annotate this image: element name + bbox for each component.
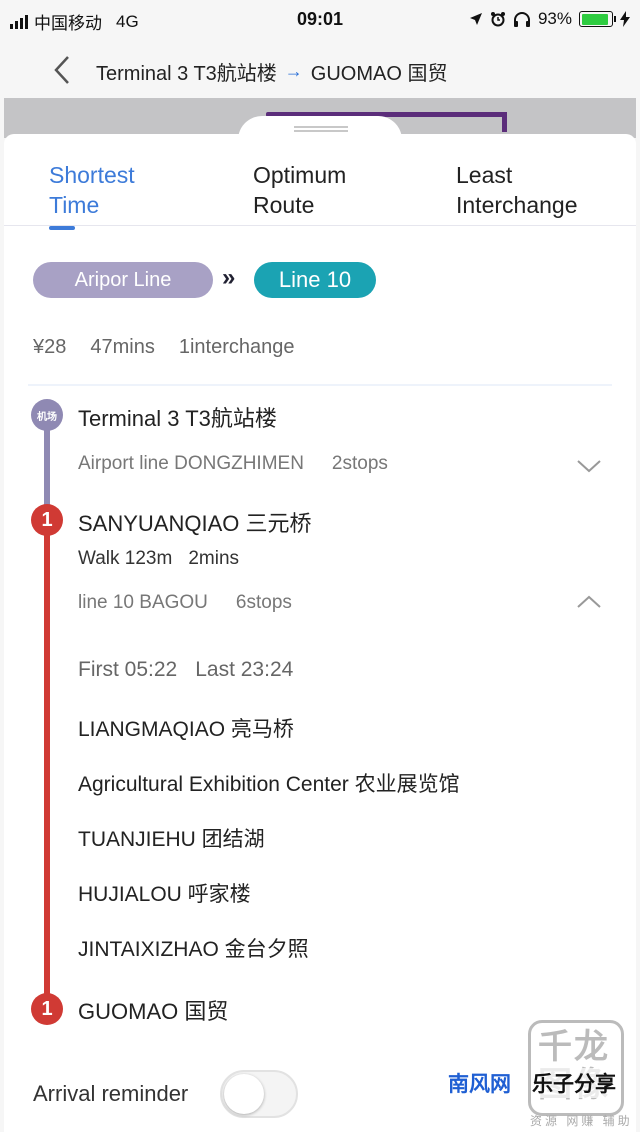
alarm-icon xyxy=(490,12,505,27)
toggle-knob xyxy=(224,1074,264,1114)
airport-segment-row[interactable]: Airport line DONGZHIMEN 2stops xyxy=(78,453,388,475)
tab-least-interchange[interactable]: Least Interchange xyxy=(456,160,577,220)
intermediate-stop: TUANJIEHU 团结湖 xyxy=(78,828,265,851)
line1-badge-icon: 1 xyxy=(31,993,63,1025)
segment-stops: 6stops xyxy=(235,592,292,613)
destination-station: GUOMAO 国贸 xyxy=(310,63,448,85)
back-button[interactable] xyxy=(44,52,80,88)
intermediate-stop: JINTAIXIZHAO 金台夕照 xyxy=(78,938,309,961)
watermark-site-name-2: 乐子分享 xyxy=(532,1068,616,1098)
tab-optimum-route[interactable]: Optimum Route xyxy=(253,160,346,220)
walk-info: Walk 123m 2mins xyxy=(78,548,239,570)
chevron-up-icon[interactable] xyxy=(574,592,604,612)
map-route-line xyxy=(502,112,507,132)
charging-icon xyxy=(620,11,630,27)
watermark: 千龙图像 南风网 乐子分享 资源 网赚 辅助 xyxy=(446,1018,638,1130)
battery-percent: 93% xyxy=(537,9,572,28)
interchange-count: 1interchange xyxy=(178,336,295,358)
route-title: Terminal 3 T3航站楼 → GUOMAO 国贸 xyxy=(96,57,447,86)
line1-badge-icon: 1 xyxy=(31,504,63,536)
first-train: First 05:22 xyxy=(78,658,178,681)
watermark-tagline: 资源 网赚 辅助 xyxy=(530,1114,633,1128)
route-tabs: Shortest Time Optimum Route Least Interc… xyxy=(4,152,636,230)
headphones-icon xyxy=(513,12,530,27)
location-icon xyxy=(469,13,482,25)
segment-stops: 2stops xyxy=(331,453,388,474)
service-hours: First 05:22 Last 23:24 xyxy=(78,658,293,682)
segment-direction: Airport line DONGZHIMEN xyxy=(78,453,304,474)
line10-track xyxy=(44,518,50,1008)
watermark-site-name: 南风网 xyxy=(448,1073,511,1096)
walk-time: 2mins xyxy=(188,548,240,569)
arrival-reminder-label: Arrival reminder xyxy=(33,1081,189,1106)
active-tab-indicator xyxy=(49,226,75,230)
divider xyxy=(28,384,612,386)
end-station: GUOMAO 国贸 xyxy=(78,999,229,1024)
fare: ¥28 xyxy=(33,336,67,358)
last-train: Last 23:24 xyxy=(195,658,294,681)
intermediate-stop: LIANGMAQIAO 亮马桥 xyxy=(78,718,294,741)
intermediate-stop: HUJIALOU 呼家楼 xyxy=(78,883,251,906)
drag-handle[interactable] xyxy=(294,126,348,132)
route-summary: ¥28 47mins 1interchange xyxy=(33,336,295,359)
arrow-right-icon: → xyxy=(284,61,303,81)
arrival-reminder-toggle[interactable] xyxy=(220,1070,298,1118)
duration: 47mins xyxy=(90,336,155,358)
walk-distance: Walk 123m xyxy=(78,548,173,569)
segment-direction: line 10 BAGOU xyxy=(78,592,208,613)
start-station: Terminal 3 T3航站楼 xyxy=(78,406,277,431)
status-bar: 中国移动 4G 09:01 93% xyxy=(0,0,640,40)
battery-icon xyxy=(579,11,616,27)
tab-shortest-time[interactable]: Shortest Time xyxy=(49,160,135,230)
airport-badge-icon: 机场 xyxy=(31,399,63,431)
intermediate-stop: Agricultural Exhibition Center 农业展览馆 xyxy=(78,773,460,796)
chevron-down-icon[interactable] xyxy=(574,456,604,476)
airport-line-chip: Aripor Line xyxy=(33,262,213,298)
chevron-left-icon xyxy=(54,56,69,84)
double-chevron-right-icon: » xyxy=(222,264,236,291)
nav-bar: Terminal 3 T3航站楼 → GUOMAO 国贸 xyxy=(0,40,640,98)
line10-segment-row[interactable]: line 10 BAGOU 6stops xyxy=(78,592,292,614)
sheet-handle-tab[interactable] xyxy=(238,116,402,150)
line10-chip: Line 10 xyxy=(254,262,376,298)
origin-station: Terminal 3 T3航站楼 xyxy=(96,63,277,85)
transfer-station: SANYUANQIAO 三元桥 xyxy=(78,511,312,536)
